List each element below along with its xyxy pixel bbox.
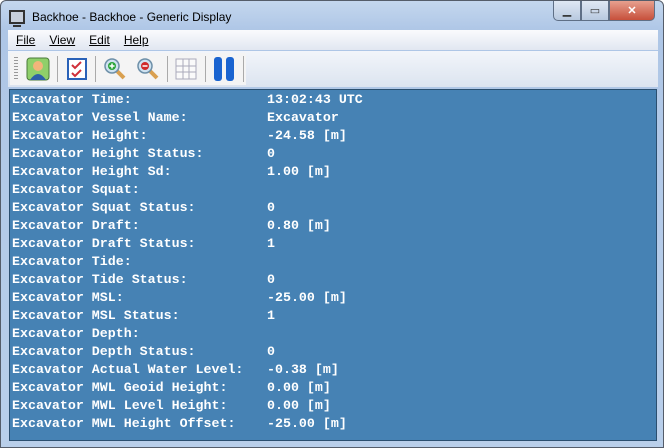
minimize-icon: ▁ (562, 5, 572, 17)
row-value: -25.00 [m] (267, 416, 347, 431)
checklist-icon (66, 58, 87, 80)
row-label: Excavator MWL Height Offset: (12, 416, 236, 431)
menu-help[interactable]: Help (124, 33, 149, 47)
data-row: Excavator Time: 13:02:43 UTC (10, 91, 656, 109)
user-icon (26, 57, 50, 81)
minimize-button[interactable]: ▁ (553, 1, 581, 21)
row-value: 0.00 [m] (267, 398, 331, 413)
row-value: -24.58 [m] (267, 128, 347, 143)
zoom-in-button[interactable] (101, 55, 128, 83)
menu-file[interactable]: File (16, 33, 35, 47)
window: Backhoe - Backhoe - Generic Display ▁ ▭ … (0, 0, 664, 448)
row-value: 1.00 [m] (267, 164, 331, 179)
row-label: Excavator Squat Status: (12, 200, 196, 215)
row-label: Excavator Squat: (12, 182, 140, 197)
menu-view[interactable]: View (49, 33, 75, 47)
data-row: Excavator Squat Status: 0 (10, 199, 656, 217)
row-label: Excavator Height Status: (12, 146, 204, 161)
row-label: Excavator Height: (12, 128, 148, 143)
data-row: Excavator Depth: (10, 325, 656, 343)
app-icon (9, 10, 25, 27)
row-value: 0.00 [m] (267, 380, 331, 395)
row-value: 0 (267, 272, 275, 287)
title-bar: Backhoe - Backhoe - Generic Display (9, 7, 231, 27)
data-row: Excavator Height Status: 0 (10, 145, 656, 163)
data-row: Excavator MSL Status: 1 (10, 307, 656, 325)
grid-icon (175, 58, 197, 80)
data-row: Excavator Depth Status: 0 (10, 343, 656, 361)
pause-icon (214, 57, 235, 81)
row-label: Excavator Vessel Name: (12, 110, 188, 125)
checklist-button[interactable] (63, 55, 90, 83)
data-row: Excavator MWL Height Offset: -25.00 [m] (10, 415, 656, 433)
toolbar (8, 51, 658, 87)
data-row: Excavator Tide Status: 0 (10, 271, 656, 289)
row-value: 0 (267, 344, 275, 359)
data-row: Excavator Height Sd: 1.00 [m] (10, 163, 656, 181)
zoom-out-button[interactable] (134, 55, 161, 83)
data-row: Excavator MWL Geoid Height: 0.00 [m] (10, 379, 656, 397)
row-label: Excavator Tide: (12, 254, 132, 269)
row-label: Excavator Height Sd: (12, 164, 172, 179)
row-value: -25.00 [m] (267, 290, 347, 305)
row-label: Excavator Tide Status: (12, 272, 188, 287)
row-label: Excavator Draft: (12, 218, 140, 233)
row-label: Excavator Actual Water Level: (12, 362, 244, 377)
row-value: -0.38 [m] (267, 362, 339, 377)
data-row: Excavator MWL Level Height: 0.00 [m] (10, 397, 656, 415)
menu-bar: File View Edit Help (8, 30, 658, 50)
row-value: 0 (267, 146, 275, 161)
row-value: 1 (267, 308, 275, 323)
close-button[interactable]: ✕ (609, 1, 655, 21)
row-value: 0 (267, 200, 275, 215)
row-value: 13:02:43 UTC (267, 92, 363, 107)
row-label: Excavator MSL Status: (12, 308, 180, 323)
data-row: Excavator Draft Status: 1 (10, 235, 656, 253)
row-label: Excavator MWL Geoid Height: (12, 380, 228, 395)
row-value: Excavator (267, 110, 339, 125)
data-row: Excavator Height: -24.58 [m] (10, 127, 656, 145)
row-label: Excavator MSL: (12, 290, 124, 305)
maximize-button[interactable]: ▭ (581, 1, 609, 21)
data-display: Excavator Time: 13:02:43 UTC Excavator Ves… (9, 89, 657, 441)
data-row: Excavator MSL: -25.00 [m] (10, 289, 656, 307)
data-row: Excavator Actual Water Level: -0.38 [m] (10, 361, 656, 379)
menu-edit[interactable]: Edit (89, 33, 110, 47)
grid-button[interactable] (173, 55, 200, 83)
zoom-in-icon (104, 58, 126, 80)
row-label: Excavator Time: (12, 92, 132, 107)
data-row: Excavator Tide: (10, 253, 656, 271)
user-button[interactable] (25, 55, 52, 83)
data-row: Excavator Squat: (10, 181, 656, 199)
row-value: 1 (267, 236, 275, 251)
row-label: Excavator Depth: (12, 326, 140, 341)
row-value: 0.80 [m] (267, 218, 331, 233)
row-label: Excavator Depth Status: (12, 344, 196, 359)
pause-button[interactable] (211, 55, 238, 83)
row-label: Excavator MWL Level Height: (12, 398, 228, 413)
row-label: Excavator Draft Status: (12, 236, 196, 251)
zoom-out-icon (137, 58, 159, 80)
data-row: Excavator Vessel Name: Excavator (10, 109, 656, 127)
window-title: Backhoe - Backhoe - Generic Display (32, 10, 232, 24)
data-row: Excavator Draft: 0.80 [m] (10, 217, 656, 235)
close-icon: ✕ (627, 5, 637, 17)
toolbar-grip[interactable] (14, 57, 18, 81)
maximize-icon: ▭ (589, 5, 601, 17)
